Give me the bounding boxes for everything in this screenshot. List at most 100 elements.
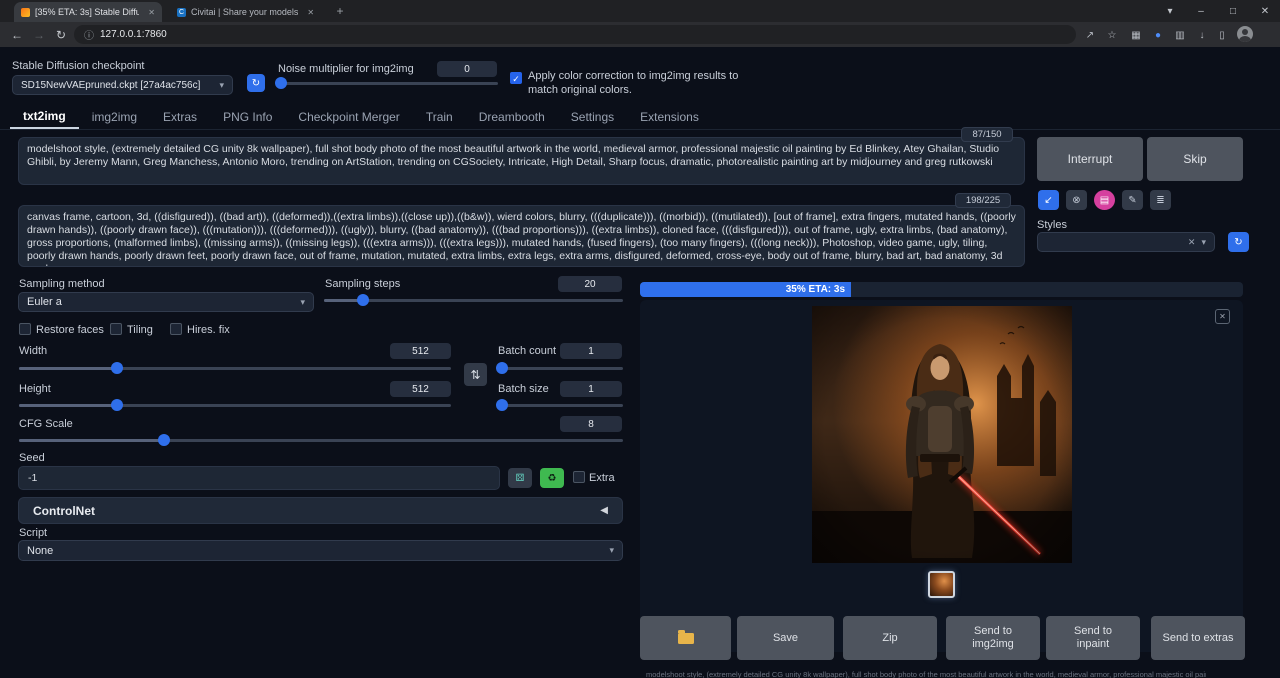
new-tab-button[interactable]: +: [332, 3, 348, 19]
tab-title: Civitai | Share your models: [191, 7, 298, 17]
reuse-seed-recycle-button[interactable]: ♻: [540, 468, 564, 488]
table-extension-icon[interactable]: ▥: [1172, 27, 1188, 43]
batch-size-value[interactable]: 1: [560, 381, 622, 397]
generation-info-text: modelshoot style, (extremely detailed CG…: [646, 670, 1206, 678]
window-close-button[interactable]: ✕: [1250, 0, 1280, 22]
share-icon[interactable]: ↗: [1082, 27, 1098, 43]
sampling-method-dropdown[interactable]: Euler a ▾: [18, 292, 314, 312]
sampling-method-label: Sampling method: [19, 278, 105, 290]
apps-grid-icon[interactable]: ▦: [1128, 27, 1144, 43]
noise-multiplier-slider[interactable]: [281, 77, 498, 89]
screen: [35% ETA: 3s] Stable Diffusion ✕ C Civit…: [0, 0, 1280, 678]
random-seed-dice-button[interactable]: ⚄: [508, 468, 532, 488]
tab-train[interactable]: Train: [413, 105, 466, 129]
slider-handle[interactable]: [496, 399, 508, 411]
clear-prompt-button[interactable]: ⊗: [1066, 190, 1087, 210]
styles-label: Styles: [1037, 219, 1067, 231]
generated-image-preview[interactable]: [812, 306, 1072, 563]
checkpoint-refresh-button[interactable]: ↻: [247, 74, 265, 92]
slider-track[interactable]: [281, 82, 498, 85]
noise-multiplier-label: Noise multiplier for img2img: [278, 63, 414, 75]
browser-tab-civitai[interactable]: C Civitai | Share your models ✕: [170, 2, 322, 22]
tab-checkpoint-merger[interactable]: Checkpoint Merger: [285, 105, 412, 129]
controlnet-accordion[interactable]: ControlNet ◀: [18, 497, 623, 524]
prompt-input[interactable]: modelshoot style, (extremely detailed CG…: [18, 137, 1025, 185]
color-correction-checkbox[interactable]: ✓: [510, 72, 522, 84]
tab-extensions[interactable]: Extensions: [627, 105, 712, 129]
styles-refresh-button[interactable]: ↻: [1228, 232, 1249, 252]
chevron-down-icon: ▾: [300, 297, 305, 308]
tab-txt2img[interactable]: txt2img: [10, 105, 79, 129]
send-to-img2img-button[interactable]: Send to img2img: [946, 616, 1040, 660]
save-button[interactable]: Save: [737, 616, 834, 660]
height-value[interactable]: 512: [390, 381, 451, 397]
slider-handle[interactable]: [111, 362, 123, 374]
folder-icon: [678, 633, 694, 644]
open-folder-button[interactable]: [640, 616, 731, 660]
gallery-thumbnail[interactable]: [928, 571, 955, 598]
tab-close-icon[interactable]: ✕: [307, 8, 314, 17]
width-slider[interactable]: [19, 362, 451, 374]
send-to-extras-button[interactable]: Send to extras: [1151, 616, 1245, 660]
seed-input[interactable]: [18, 466, 500, 490]
height-slider[interactable]: [19, 399, 451, 411]
extension-blue-dot-icon[interactable]: ●: [1150, 27, 1166, 43]
accordion-collapsed-icon: ◀: [600, 505, 608, 516]
back-icon[interactable]: ←: [8, 26, 26, 44]
extra-seed-checkbox[interactable]: [573, 471, 585, 483]
tab-settings[interactable]: Settings: [558, 105, 627, 129]
bookmark-star-icon[interactable]: ☆: [1104, 27, 1120, 43]
window-maximize-button[interactable]: □: [1218, 0, 1248, 22]
batch-count-slider[interactable]: [498, 362, 623, 374]
tab-extras[interactable]: Extras: [150, 105, 210, 129]
noise-multiplier-value[interactable]: 0: [437, 61, 497, 77]
cfg-scale-value[interactable]: 8: [560, 416, 622, 432]
extra-networks-button[interactable]: ▤: [1094, 190, 1115, 210]
batch-count-value[interactable]: 1: [560, 343, 622, 359]
reload-icon[interactable]: ↻: [52, 26, 70, 44]
check-icon: ✓: [512, 74, 520, 84]
profile-avatar[interactable]: [1237, 26, 1253, 42]
apply-style-button[interactable]: ≣: [1150, 190, 1171, 210]
batch-size-slider[interactable]: [498, 399, 623, 411]
address-bar[interactable]: ⓘ 127.0.0.1:7860: [74, 25, 1076, 44]
sampling-steps-value[interactable]: 20: [558, 276, 622, 292]
window-minimize-button[interactable]: –: [1186, 0, 1216, 22]
width-value[interactable]: 512: [390, 343, 451, 359]
paste-params-button[interactable]: ↙: [1038, 190, 1059, 210]
sampling-steps-slider[interactable]: [324, 294, 623, 306]
tab-png-info[interactable]: PNG Info: [210, 105, 285, 129]
script-dropdown[interactable]: None ▾: [18, 540, 623, 561]
tab-close-icon[interactable]: ✕: [148, 8, 155, 17]
slider-handle[interactable]: [357, 294, 369, 306]
tab-img2img[interactable]: img2img: [79, 105, 150, 129]
restore-faces-checkbox[interactable]: [19, 323, 31, 335]
close-preview-button[interactable]: ✕: [1215, 309, 1230, 324]
tiling-checkbox[interactable]: [110, 323, 122, 335]
hires-fix-checkbox[interactable]: [170, 323, 182, 335]
styles-clear-icon[interactable]: ✕: [1188, 237, 1196, 248]
side-panel-icon[interactable]: ▯: [1214, 27, 1230, 43]
restore-faces-label: Restore faces: [36, 324, 104, 336]
send-to-inpaint-button[interactable]: Send to inpaint: [1046, 616, 1140, 660]
skip-button[interactable]: Skip: [1147, 137, 1243, 181]
swap-width-height-button[interactable]: ⇅: [464, 363, 487, 386]
interrupt-button[interactable]: Interrupt: [1037, 137, 1143, 181]
slider-handle[interactable]: [275, 77, 287, 89]
zip-button[interactable]: Zip: [843, 616, 937, 660]
checkpoint-dropdown[interactable]: SD15NewVAEpruned.ckpt [27a4ac756c] ▾: [12, 75, 233, 95]
slider-handle[interactable]: [496, 362, 508, 374]
styles-dropdown[interactable]: ✕ ▾: [1037, 232, 1215, 252]
negative-prompt-input[interactable]: canvas frame, cartoon, 3d, ((disfigured)…: [18, 205, 1025, 267]
forward-icon[interactable]: →: [30, 26, 48, 44]
site-info-icon[interactable]: ⓘ: [84, 27, 94, 42]
cfg-scale-slider[interactable]: [19, 434, 623, 446]
tab-dreambooth[interactable]: Dreambooth: [466, 105, 558, 129]
browser-tab-stable-diffusion[interactable]: [35% ETA: 3s] Stable Diffusion ✕: [14, 2, 162, 22]
batch-count-label: Batch count: [498, 345, 556, 357]
slider-handle[interactable]: [111, 399, 123, 411]
save-style-button[interactable]: ✎: [1122, 190, 1143, 210]
slider-handle[interactable]: [158, 434, 170, 446]
downloads-icon[interactable]: ↓: [1194, 27, 1210, 43]
window-menu-chevron-icon[interactable]: ▾: [1156, 0, 1184, 22]
